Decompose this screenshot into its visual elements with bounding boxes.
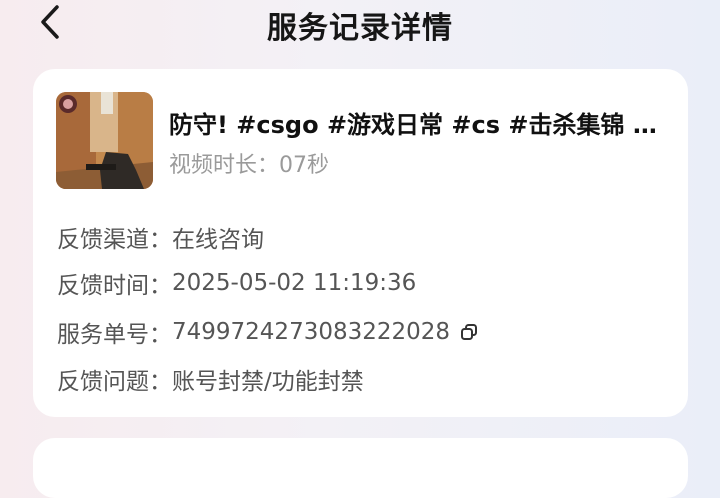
page-title: 服务记录详情: [267, 11, 453, 46]
service-record-card: 防守! #csgo #游戏日常 #cs #击杀集锦 … 视频时长：07秒 反馈渠…: [33, 69, 688, 417]
video-thumbnail[interactable]: [56, 92, 153, 189]
feedback-channel-label: 反馈渠道：: [57, 227, 172, 253]
service-number-value: 7499724273083222028: [172, 319, 451, 345]
feedback-channel-value: 在线咨询: [172, 227, 264, 253]
duration-value: 07秒: [279, 153, 330, 178]
feedback-issue-label: 反馈问题：: [57, 369, 172, 395]
feedback-issue-value: 账号封禁/功能封禁: [172, 369, 364, 395]
service-number-label: 服务单号：: [57, 322, 172, 348]
feedback-channel-row: 反馈渠道： 在线咨询: [57, 220, 264, 254]
feedback-issue-row: 反馈问题： 账号封禁/功能封禁: [57, 362, 364, 396]
secondary-card: [33, 438, 688, 498]
video-duration: 视频时长：07秒: [169, 147, 329, 179]
copy-icon[interactable]: [460, 323, 478, 341]
feedback-time-value: 2025-05-02 11:19:36: [172, 270, 417, 296]
feedback-time-row: 反馈时间： 2025-05-02 11:19:36: [57, 266, 416, 300]
service-number-row: 服务单号： 7499724273083222028: [57, 315, 478, 349]
feedback-time-label: 反馈时间：: [57, 273, 172, 299]
duration-label: 视频时长：: [169, 153, 280, 178]
header: 服务记录详情: [0, 0, 720, 50]
video-title: 防守! #csgo #游戏日常 #cs #击杀集锦 …: [169, 111, 657, 139]
